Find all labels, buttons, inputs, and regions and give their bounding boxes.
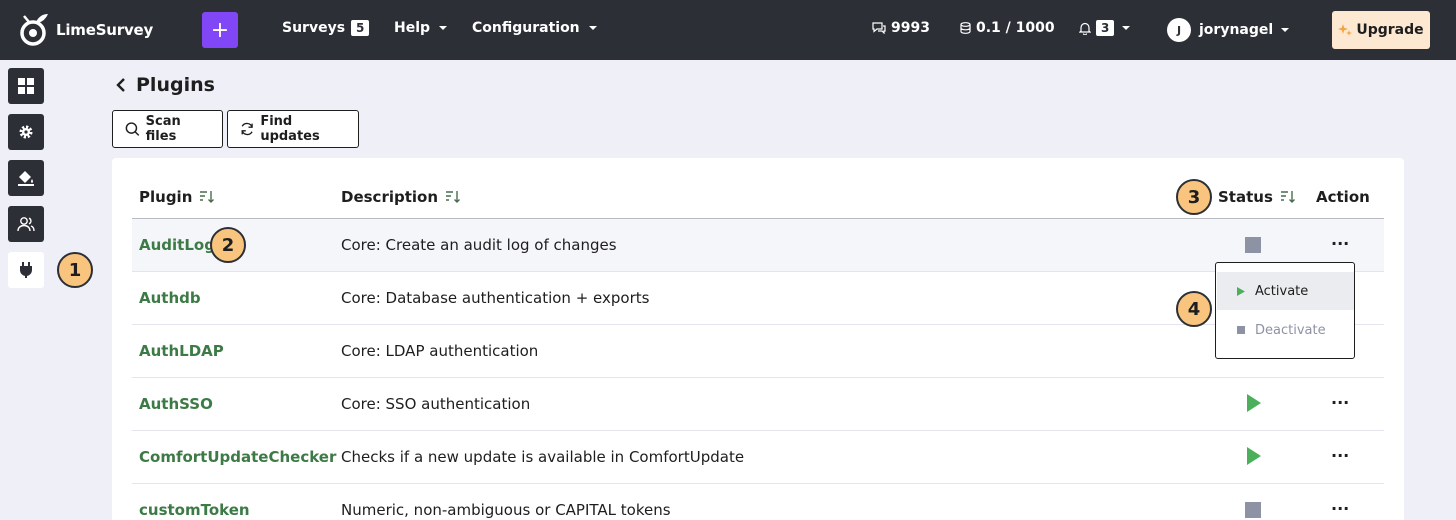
- find-updates-label: Find updates: [260, 114, 320, 144]
- users-icon: [17, 217, 35, 232]
- chevron-down-icon: [1122, 26, 1131, 30]
- sort-icon[interactable]: [1280, 191, 1295, 203]
- nav-configuration[interactable]: Configuration: [472, 20, 597, 36]
- page-title: Plugins: [116, 74, 215, 96]
- column-header-status[interactable]: Status: [1218, 188, 1295, 206]
- callout-badge: 4: [1176, 291, 1212, 327]
- dashboard-icon: [18, 78, 34, 94]
- row-action-menu-button[interactable]: ···: [1331, 499, 1349, 518]
- table-row: [132, 378, 1384, 431]
- gear-icon: [19, 125, 33, 139]
- username-label: jorynagel: [1199, 22, 1274, 38]
- upgrade-button[interactable]: Upgrade: [1332, 11, 1430, 49]
- stop-icon[interactable]: [1245, 237, 1261, 253]
- database-icon: [960, 22, 971, 34]
- user-menu[interactable]: J jorynagel: [1167, 18, 1290, 42]
- plugin-description: Core: Create an audit log of changes: [341, 236, 617, 254]
- activate-menu-item[interactable]: Activate: [1217, 272, 1354, 310]
- upgrade-label: Upgrade: [1356, 22, 1424, 38]
- plugin-link[interactable]: AuthSSO: [139, 395, 213, 413]
- sort-icon[interactable]: [446, 191, 461, 203]
- column-header-action: Action: [1316, 188, 1370, 206]
- plugin-link[interactable]: AuthLDAP: [139, 342, 224, 360]
- status-dropdown-menu: Activate Deactivate: [1215, 262, 1355, 359]
- plugin-link[interactable]: ComfortUpdateChecker: [139, 448, 336, 466]
- refresh-icon: [241, 122, 253, 136]
- responses-counter: 9993: [872, 20, 930, 36]
- deactivate-menu-item[interactable]: Deactivate: [1217, 311, 1354, 349]
- plugin-description: Core: Database authentication + exports: [341, 289, 650, 307]
- plugin-description: Core: SSO authentication: [341, 395, 531, 413]
- surveys-count-badge: 5: [351, 20, 370, 36]
- responses-value: 9993: [891, 20, 930, 36]
- search-icon: [125, 122, 140, 136]
- row-action-menu-button[interactable]: ···: [1331, 393, 1349, 412]
- scan-files-label: Scan files: [145, 114, 181, 144]
- column-description-label: Description: [341, 188, 439, 206]
- deactivate-label: Deactivate: [1255, 322, 1326, 338]
- sort-icon[interactable]: [200, 191, 215, 203]
- column-status-label: Status: [1218, 188, 1273, 206]
- row-action-menu-button[interactable]: ···: [1331, 234, 1349, 253]
- table-row: [132, 484, 1384, 520]
- stop-icon: [1237, 326, 1245, 334]
- sidebar-plugins-button[interactable]: [8, 252, 44, 288]
- callout-badge: 2: [210, 227, 246, 263]
- column-plugin-label: Plugin: [139, 188, 193, 206]
- table-row: [132, 219, 1384, 272]
- table-row: [132, 325, 1384, 378]
- find-updates-button[interactable]: Find updates: [227, 110, 359, 148]
- chevron-down-icon: [1281, 28, 1290, 32]
- sidebar-themes-button[interactable]: [8, 160, 44, 196]
- column-header-plugin[interactable]: Plugin: [139, 188, 215, 206]
- chevron-left-icon[interactable]: [116, 78, 126, 92]
- user-avatar: J: [1167, 18, 1191, 42]
- plugin-link[interactable]: Authdb: [139, 289, 201, 307]
- sidebar-settings-button[interactable]: [8, 114, 44, 150]
- play-icon[interactable]: [1245, 394, 1263, 412]
- top-navbar: LimeSurvey + Surveys 5 Help Configuratio…: [0, 0, 1456, 60]
- scan-files-button[interactable]: Scan files: [112, 110, 223, 148]
- play-icon: [1237, 286, 1245, 296]
- plugin-description: Core: LDAP authentication: [341, 342, 539, 360]
- plugin-link[interactable]: customToken: [139, 501, 250, 519]
- column-header-description[interactable]: Description: [341, 188, 461, 206]
- storage-value: 0.1 / 1000: [976, 20, 1055, 36]
- sidebar-dashboard-button[interactable]: [8, 68, 44, 104]
- create-survey-button[interactable]: +: [202, 12, 238, 48]
- nav-help-label: Help: [394, 20, 431, 36]
- stop-icon[interactable]: [1245, 502, 1261, 518]
- paint-bucket-icon: [18, 171, 34, 186]
- nav-configuration-label: Configuration: [472, 20, 580, 36]
- play-icon[interactable]: [1245, 447, 1263, 465]
- sidebar-users-button[interactable]: [8, 206, 44, 242]
- plug-icon: [20, 262, 32, 278]
- plugin-description: Numeric, non-ambiguous or CAPITAL tokens: [341, 501, 671, 519]
- chevron-down-icon: [439, 26, 448, 30]
- plugin-link[interactable]: AuditLog: [139, 236, 215, 254]
- row-action-menu-button[interactable]: ···: [1331, 446, 1349, 465]
- activate-label: Activate: [1255, 283, 1309, 299]
- nav-surveys-label: Surveys: [282, 20, 346, 36]
- brand-name: LimeSurvey: [56, 21, 154, 39]
- callout-badge: 1: [57, 252, 93, 288]
- notifications-menu[interactable]: 3: [1079, 20, 1131, 36]
- sparkle-icon: [1338, 24, 1353, 36]
- chat-icon: [872, 22, 886, 34]
- column-action-label: Action: [1316, 188, 1370, 206]
- plugin-description: Checks if a new update is available in C…: [341, 448, 745, 466]
- chevron-down-icon: [588, 26, 597, 30]
- callout-badge: 3: [1176, 179, 1212, 215]
- limesurvey-logo[interactable]: LimeSurvey: [18, 12, 153, 48]
- nav-surveys[interactable]: Surveys 5: [282, 20, 370, 36]
- bell-icon: [1079, 22, 1091, 35]
- storage-counter: 0.1 / 1000: [960, 20, 1055, 36]
- lime-logo-icon: [20, 14, 48, 46]
- page-title-text: Plugins: [136, 74, 215, 96]
- nav-help[interactable]: Help: [394, 20, 448, 36]
- notifications-count-badge: 3: [1096, 20, 1115, 36]
